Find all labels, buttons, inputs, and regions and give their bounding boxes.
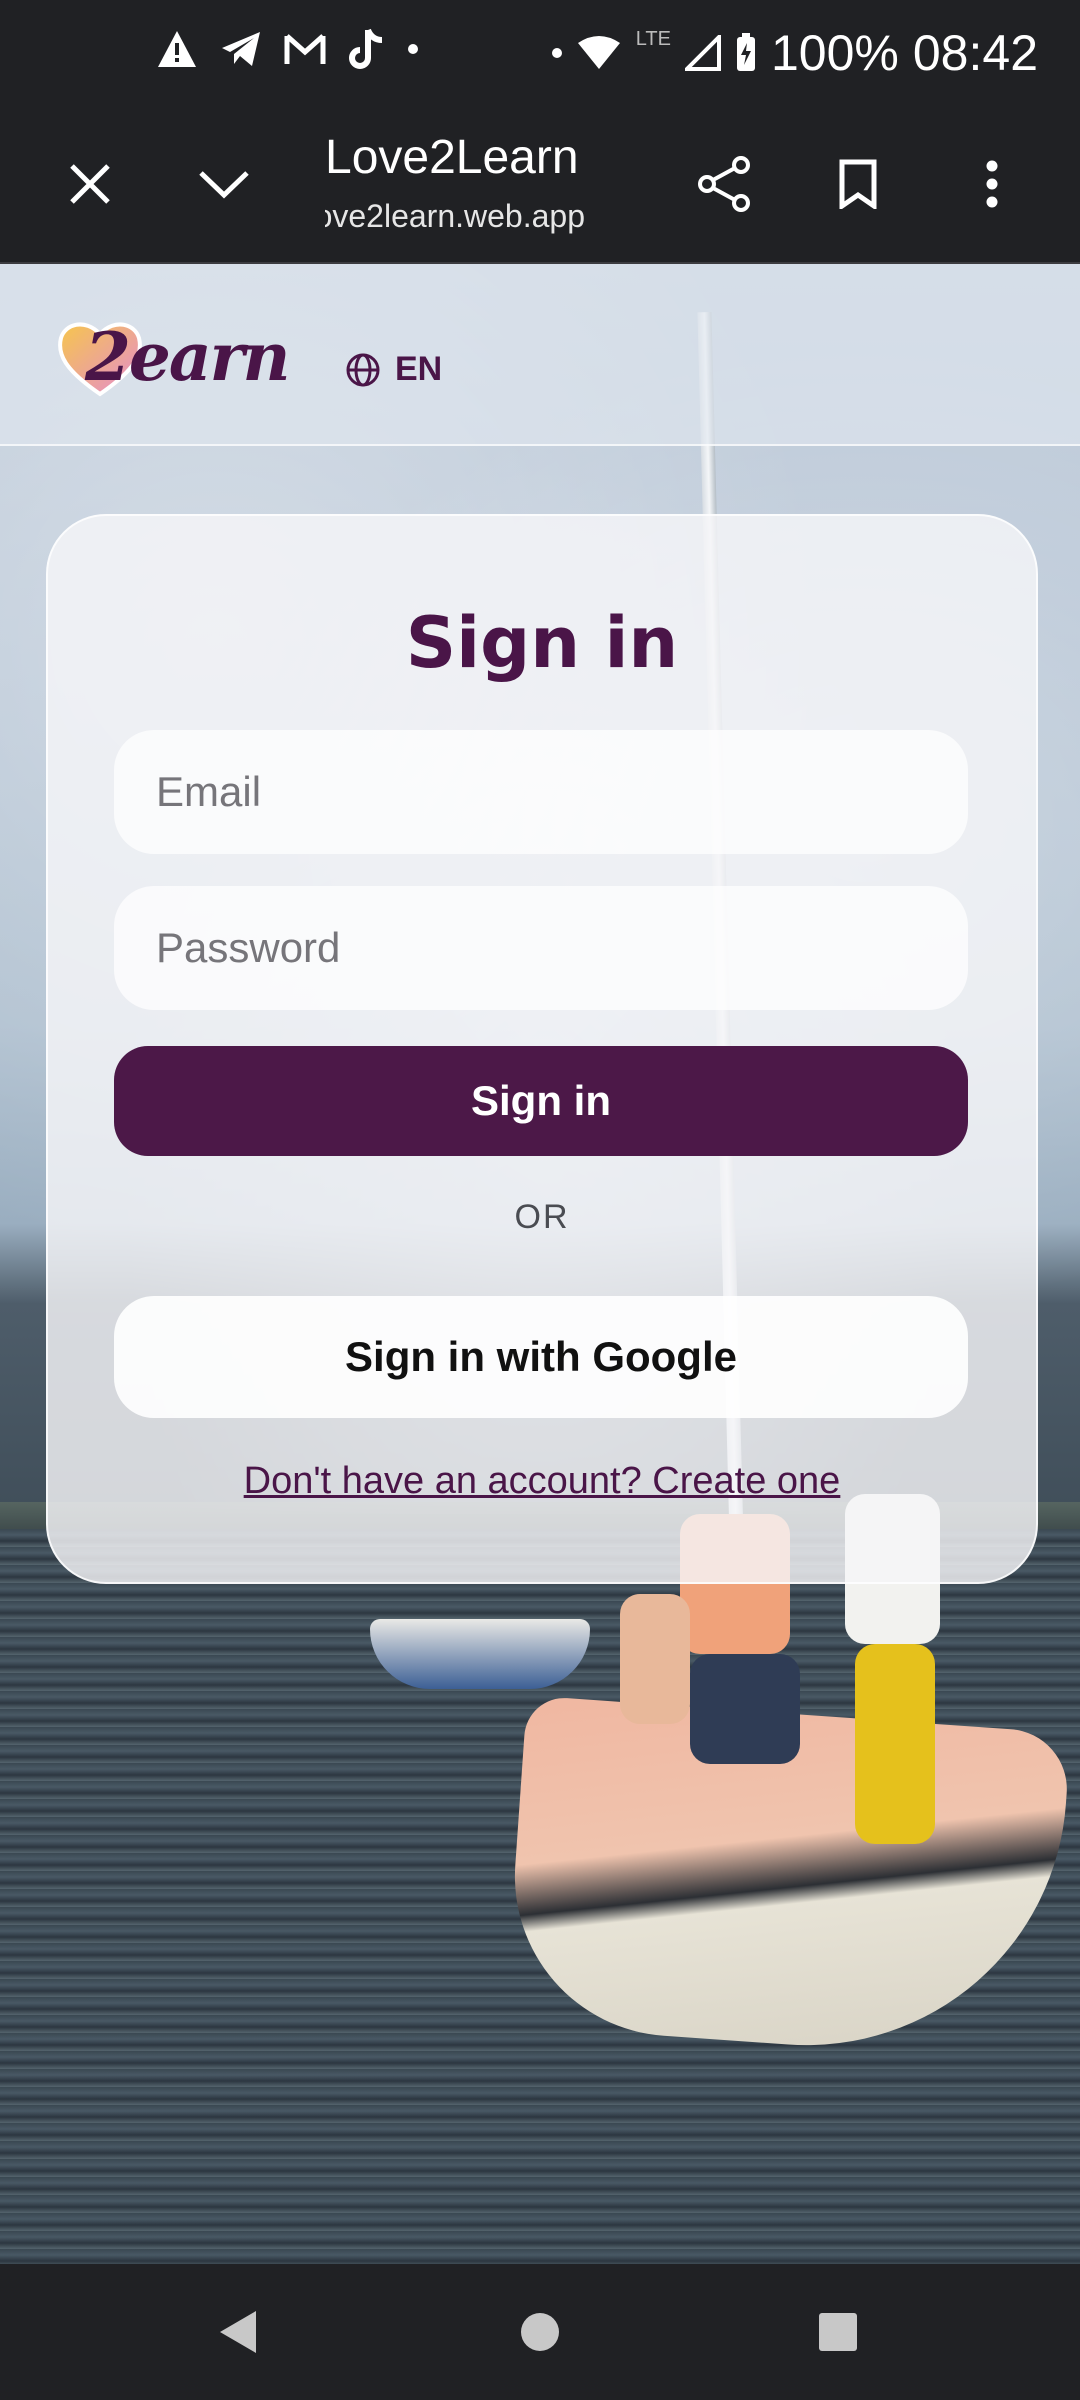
globe-icon	[346, 353, 380, 386]
gmail-icon	[284, 34, 326, 64]
bookmark-icon	[839, 159, 877, 209]
site-header: 2earn EN	[0, 264, 1080, 446]
signin-title: Sign in	[405, 602, 679, 684]
more-button[interactable]	[952, 144, 1032, 224]
background-person	[690, 1654, 800, 1764]
close-button[interactable]	[50, 144, 130, 224]
tiktok-icon	[349, 28, 383, 69]
page-title: Love2Learn	[325, 131, 579, 184]
password-field[interactable]	[114, 886, 968, 1010]
background-person	[855, 1644, 935, 1844]
email-field[interactable]	[114, 730, 968, 854]
wifi-icon	[577, 36, 620, 69]
logo[interactable]: 2earn	[55, 314, 290, 404]
language-selector[interactable]: EN	[345, 350, 442, 389]
clock: 08:42	[912, 25, 1038, 81]
signin-button[interactable]: Sign in	[114, 1046, 968, 1156]
web-page: 2earn EN Sign in Sign in OR Sign in with…	[0, 264, 1080, 2264]
chevron-down-icon	[199, 171, 249, 199]
background-person	[620, 1594, 690, 1724]
back-icon	[220, 2311, 256, 2353]
google-signin-button[interactable]: Sign in with Google	[114, 1296, 968, 1418]
home-icon	[521, 2313, 559, 2351]
status-bar: LTE 100% 08:42	[0, 0, 1080, 106]
system-nav-bar	[0, 2264, 1080, 2400]
signal-icon	[684, 35, 721, 71]
network-type: LTE	[635, 28, 671, 50]
recents-button[interactable]	[796, 2290, 880, 2374]
page-url: love2learn.web.app	[325, 198, 585, 234]
background-boat-small	[370, 1619, 590, 1689]
battery-icon	[736, 33, 755, 71]
home-button[interactable]	[498, 2290, 582, 2374]
signin-card: Sign in Sign in OR Sign in with Google D…	[46, 514, 1038, 1584]
dot-icon	[408, 44, 418, 54]
more-vert-icon	[986, 160, 998, 208]
dot-icon	[551, 48, 562, 58]
bookmark-button[interactable]	[818, 144, 898, 224]
language-label: EN	[395, 350, 443, 388]
system-indicators: LTE 100% 08:42	[551, 24, 1038, 82]
share-button[interactable]	[684, 144, 764, 224]
battery-percent: 100%	[770, 25, 899, 81]
browser-toolbar: Love2Learn love2learn.web.app	[0, 106, 1080, 264]
or-divider: OR	[514, 1198, 570, 1236]
recents-icon	[819, 2313, 857, 2351]
minimize-button[interactable]	[184, 144, 264, 224]
alert-icon	[158, 31, 196, 67]
logo-text: 2earn	[85, 318, 290, 396]
notification-icons	[156, 28, 418, 70]
close-icon	[70, 164, 110, 204]
telegram-icon	[222, 32, 260, 66]
back-button[interactable]	[196, 2290, 280, 2374]
share-icon	[698, 156, 750, 212]
create-account-link[interactable]: Don't have an account? Create one	[48, 1460, 1036, 1503]
